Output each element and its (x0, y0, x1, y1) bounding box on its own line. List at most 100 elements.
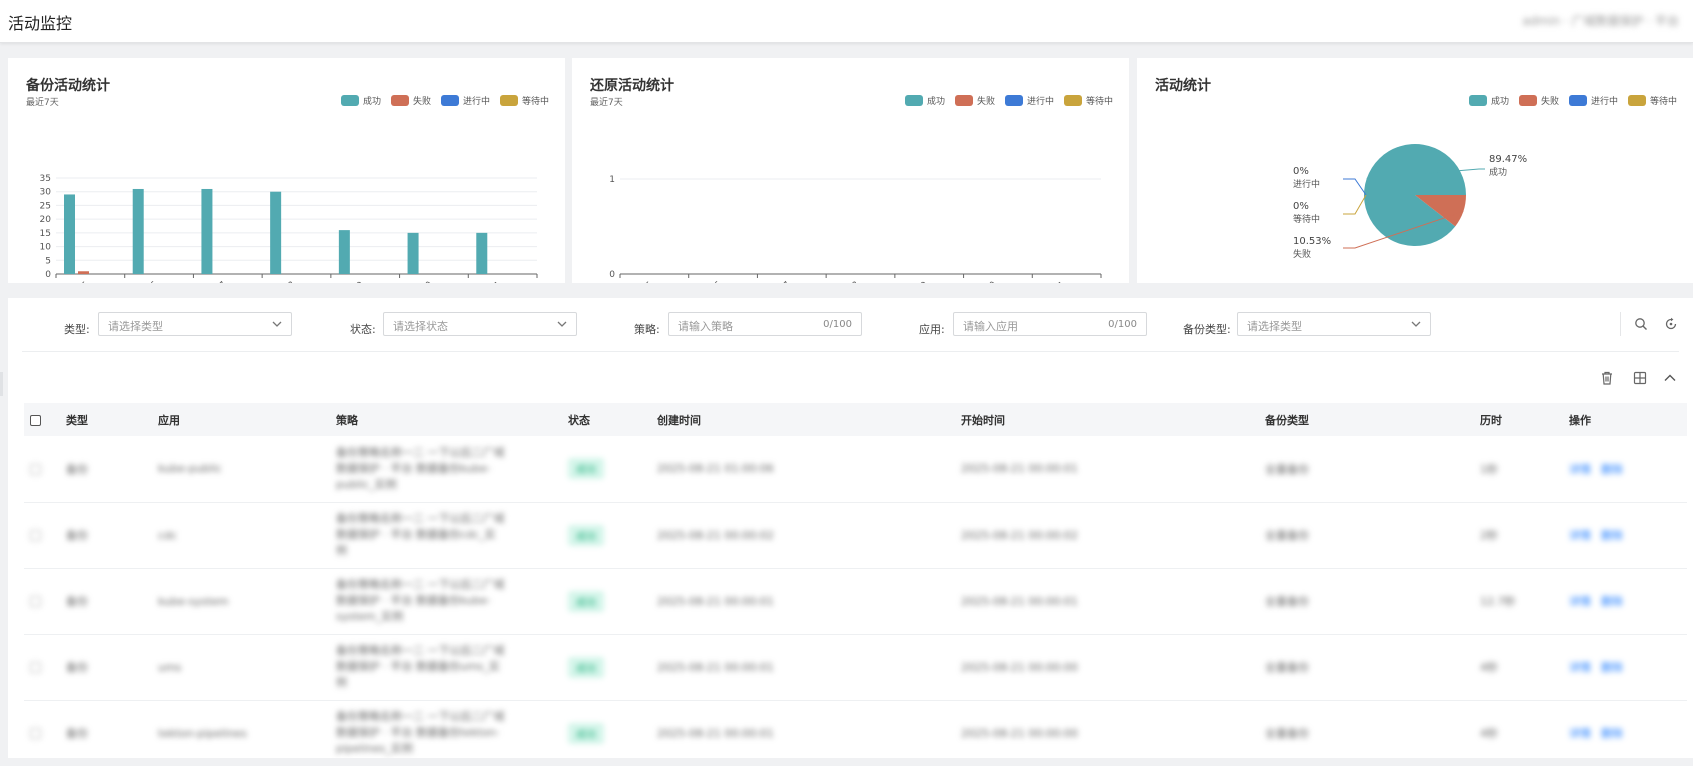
column-header-created[interactable]: 创建时间 (651, 403, 955, 436)
filter-backup-type-select[interactable]: 请选择类型 (1237, 312, 1431, 336)
activity-table: 类型 应用 策略 状态 创建时间 开始时间 备份类型 历时 操作 备份 kube… (24, 403, 1687, 758)
column-header-status[interactable]: 状态 (562, 403, 651, 436)
row-checkbox[interactable] (30, 596, 41, 607)
activity-pie-chart: 89.47%成功10.53%失败0%进行中0%等待中 (1293, 144, 1527, 260)
cell-created: 2025-08-21 00:00:01 (651, 700, 955, 758)
delete-link[interactable]: 删除 (1601, 595, 1623, 608)
cell-policy: 备份策略名称一二 一下以后二广域数据保护 · 平台 数据备份cdc_实例 (336, 512, 505, 557)
filter-backup-type-label: 备份类型: (1183, 323, 1231, 336)
cell-backup-type: 全量备份 (1259, 634, 1474, 701)
pie-name-label: 等待中 (1293, 213, 1320, 225)
column-header-started[interactable]: 开始时间 (955, 403, 1259, 436)
x-tick-label: 2025-08-21 (460, 280, 504, 283)
search-icon[interactable] (1634, 317, 1648, 331)
filter-status-select[interactable]: 请选择状态 (383, 312, 577, 336)
column-header-backup-type[interactable]: 备份类型 (1259, 403, 1474, 436)
y-tick-label: 0 (45, 270, 51, 280)
delete-link[interactable]: 删除 (1601, 727, 1623, 740)
backup-activity-card: 备份活动统计 最近7天 成功 失败 进行中 等待中 0 5 10 15 20 25 30 35… (8, 58, 565, 283)
column-header-duration[interactable]: 历时 (1474, 403, 1563, 436)
delete-icon[interactable] (1599, 370, 1615, 386)
filter-type-label: 类型: (64, 323, 90, 336)
side-collapse-handle[interactable] (0, 372, 3, 396)
column-header-type[interactable]: 类型 (60, 403, 152, 436)
filter-backup-type-placeholder: 请选择类型 (1247, 320, 1302, 333)
cell-app: kube-public (152, 436, 330, 503)
x-tick-label: 2025-08-17 (185, 280, 229, 283)
top-bar: 活动监控 admin · 广域数据保护 · 平台 (0, 0, 1693, 43)
detail-link[interactable]: 详情 (1569, 463, 1591, 476)
filter-status-label: 状态: (350, 323, 376, 336)
pie-name-label: 进行中 (1293, 178, 1320, 190)
user-info[interactable]: admin · 广域数据保护 · 平台 (1523, 12, 1680, 29)
delete-link[interactable]: 删除 (1601, 463, 1623, 476)
cell-duration: 2秒 (1474, 502, 1563, 569)
table-header-row: 类型 应用 策略 状态 创建时间 开始时间 备份类型 历时 操作 (24, 403, 1687, 436)
detail-link[interactable]: 详情 (1569, 529, 1591, 542)
cell-actions: 详情 删除 (1563, 568, 1687, 635)
row-checkbox[interactable] (30, 463, 41, 475)
pie-percent-label: 0% (1293, 166, 1309, 177)
row-checkbox[interactable] (30, 530, 41, 541)
x-tick-label: 2025-08-16 (116, 280, 160, 283)
x-tick-label: 2025-08-19 (886, 280, 930, 283)
cell-app: kube-system (152, 568, 330, 635)
pie-percent-label: 0% (1293, 201, 1309, 212)
row-checkbox[interactable] (30, 662, 41, 673)
cell-policy: 备份策略名称一二 一下以后二广域数据保护 · 平台 数据备份kube-publi… (336, 445, 505, 491)
detail-link[interactable]: 详情 (1569, 727, 1591, 740)
cell-backup-type: 全量备份 (1259, 436, 1474, 503)
filter-policy-input[interactable]: 请输入策略 0/100 (668, 312, 862, 336)
column-header-actions: 操作 (1563, 403, 1687, 436)
chevron-down-icon (272, 321, 282, 327)
cell-app: tekton-pipelines (152, 700, 330, 758)
detail-link[interactable]: 详情 (1569, 595, 1591, 608)
select-all-checkbox[interactable] (30, 414, 41, 426)
row-select-cell (24, 634, 60, 701)
delete-link[interactable]: 删除 (1601, 529, 1623, 542)
table-row[interactable]: 备份 kube-system 备份策略名称一二 一下以后二广域数据保护 · 平台… (24, 568, 1687, 635)
cell-duration: 4秒 (1474, 700, 1563, 758)
x-tick-label: 2025-08-16 (680, 280, 724, 283)
table-row[interactable]: 备份 kube-public 备份策略名称一二 一下以后二广域数据保护 · 平台… (24, 436, 1687, 503)
y-tick-label: 25 (40, 201, 51, 211)
filter-policy-count: 0/100 (823, 319, 852, 330)
y-tick-label: 0 (609, 270, 615, 280)
detail-link[interactable]: 详情 (1569, 661, 1591, 674)
page-title: 活动监控 (8, 14, 73, 33)
restore-bar-chart: 0 1 2025-08-15 2025-08-16 2025-08-17 2025-08-… (609, 175, 1102, 283)
cell-duration: 4秒 (1474, 634, 1563, 701)
bar-成功 (64, 194, 75, 274)
column-header-app[interactable]: 应用 (152, 403, 330, 436)
row-checkbox[interactable] (30, 728, 41, 739)
cell-created: 2025-08-21 01:00:06 (651, 436, 955, 503)
pie-label-line (1343, 194, 1367, 215)
table-row[interactable]: 备份 cdc 备份策略名称一二 一下以后二广域数据保护 · 平台 数据备份cdc… (24, 502, 1687, 569)
cell-type: 备份 (60, 502, 152, 569)
bar-成功 (338, 230, 350, 274)
filter-type-select[interactable]: 请选择类型 (98, 312, 292, 336)
chevron-up-icon[interactable] (1662, 370, 1678, 386)
x-tick-label: 2025-08-18 (818, 280, 862, 283)
pie-name-label: 成功 (1489, 166, 1507, 178)
filter-app-input[interactable]: 请输入应用 0/100 (953, 312, 1147, 336)
cell-policy-wrap: 备份策略名称一二 一下以后二广域数据保护 · 平台 数据备份ums_实例 (330, 634, 562, 701)
chevron-down-icon (557, 321, 567, 327)
table-row[interactable]: 备份 ums 备份策略名称一二 一下以后二广域数据保护 · 平台 数据备份ums… (24, 634, 1687, 701)
table-row[interactable]: 备份 tekton-pipelines 备份策略名称一二 一下以后二广域数据保护… (24, 700, 1687, 758)
activity-list-panel: 类型: 请选择类型 状态: 请选择状态 策略: 请输入策略 0/100 应用: … (8, 298, 1693, 758)
cell-type: 备份 (60, 568, 152, 635)
cell-backup-type: 全量备份 (1259, 502, 1474, 569)
row-select-cell (24, 568, 60, 635)
reset-icon[interactable] (1664, 317, 1678, 331)
column-header-policy[interactable]: 策略 (330, 403, 562, 436)
select-all-cell (24, 403, 60, 436)
y-tick-label: 20 (40, 215, 52, 225)
x-tick-label: 2025-08-17 (749, 280, 793, 283)
cell-started: 2025-08-21 00:00:00 (955, 634, 1259, 701)
cell-started: 2025-08-21 00:00:00 (955, 700, 1259, 758)
column-settings-icon[interactable] (1632, 370, 1648, 386)
cell-policy-wrap: 备份策略名称一二 一下以后二广域数据保护 · 平台 数据备份kube-syste… (330, 568, 562, 635)
status-badge: 成功 (568, 458, 604, 480)
delete-link[interactable]: 删除 (1601, 661, 1623, 674)
